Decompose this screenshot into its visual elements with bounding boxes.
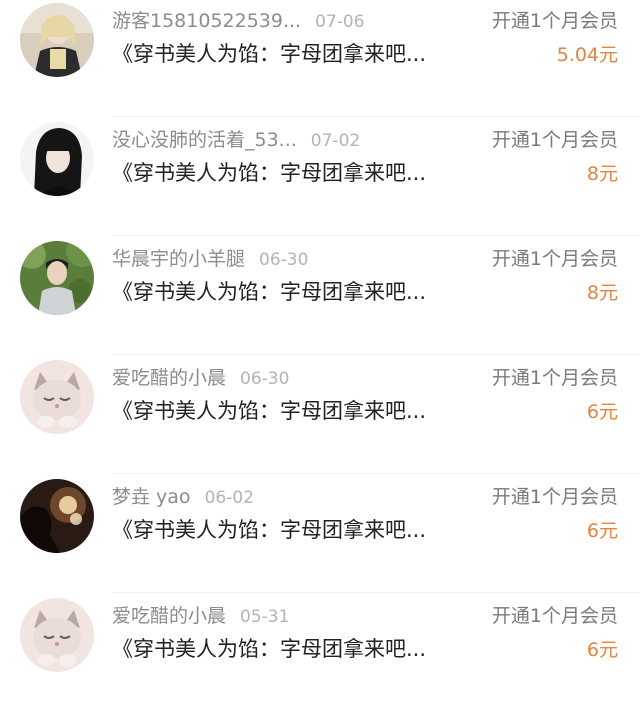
buyer-name: 游客15810522539...	[112, 10, 302, 32]
avatar[interactable]	[20, 479, 94, 553]
purchase-description: 开通1个月会员	[491, 605, 618, 627]
book-title[interactable]: 《穿书美人为馅：字母团拿来吧...	[112, 514, 477, 546]
book-title[interactable]: 《穿书美人为馅：字母团拿来吧...	[112, 38, 477, 70]
avatar[interactable]	[20, 122, 94, 196]
list-item[interactable]: 华晨宇的小羊腿 06-30 《穿书美人为馅：字母团拿来吧... 开通1个月会员 8…	[0, 238, 640, 356]
divider	[112, 473, 640, 474]
purchase-amount: 8元	[586, 163, 618, 185]
purchase-date: 06-30	[240, 369, 290, 389]
purchase-description: 开通1个月会员	[491, 129, 618, 151]
purchase-amount: 6元	[586, 639, 618, 661]
book-title[interactable]: 《穿书美人为馅：字母团拿来吧...	[112, 395, 477, 427]
buyer-name: 梦垚 yao	[112, 486, 191, 508]
purchase-date: 06-02	[204, 488, 254, 508]
sleepy-kitten-avatar	[20, 598, 94, 672]
purchase-date: 06-30	[259, 250, 309, 270]
sleepy-kitten-avatar	[20, 360, 94, 434]
avatar[interactable]	[20, 360, 94, 434]
divider	[112, 592, 640, 593]
divider	[112, 235, 640, 236]
list-item[interactable]: 爱吃醋的小晨 05-31 《穿书美人为馅：字母团拿来吧... 开通1个月会员 6元	[0, 595, 640, 713]
book-title[interactable]: 《穿书美人为馅：字母团拿来吧...	[112, 633, 477, 665]
blonde-woman-avatar	[20, 3, 94, 77]
buyer-meta: 爱吃醋的小晨 05-31	[112, 602, 289, 630]
buyer-meta: 爱吃醋的小晨 06-30	[112, 364, 289, 392]
purchase-amount: 6元	[586, 401, 618, 423]
purchase-amount: 8元	[586, 282, 618, 304]
book-title[interactable]: 《穿书美人为馅：字母团拿来吧...	[112, 276, 477, 308]
purchase-amount: 5.04元	[556, 44, 618, 66]
buyer-name: 华晨宇的小羊腿	[112, 248, 246, 270]
purchase-description: 开通1个月会员	[491, 248, 618, 270]
silhouette-sparkler-avatar	[20, 479, 94, 553]
list-item[interactable]: 梦垚 yao 06-02 《穿书美人为馅：字母团拿来吧... 开通1个月会员 6元	[0, 476, 640, 594]
purchase-date: 05-31	[240, 607, 290, 627]
purchase-description: 开通1个月会员	[491, 10, 618, 32]
list-item[interactable]: 没心没肺的活着_53... 07-02 《穿书美人为馅：字母团拿来吧... 开通1…	[0, 119, 640, 237]
buyer-meta: 梦垚 yao 06-02	[112, 483, 254, 511]
buyer-name: 没心没肺的活着_53...	[112, 129, 297, 151]
divider	[112, 354, 640, 355]
avatar[interactable]	[20, 598, 94, 672]
avatar[interactable]	[20, 241, 94, 315]
purchase-description: 开通1个月会员	[491, 367, 618, 389]
purchase-amount: 6元	[586, 520, 618, 542]
purchase-date: 07-06	[315, 12, 365, 32]
list-item[interactable]: 游客15810522539... 07-06 《穿书美人为馅：字母团拿来吧... …	[0, 0, 640, 118]
buyer-meta: 游客15810522539... 07-06	[112, 7, 365, 35]
person-in-forest-avatar	[20, 241, 94, 315]
book-title[interactable]: 《穿书美人为馅：字母团拿来吧...	[112, 157, 477, 189]
buyer-name: 爱吃醋的小晨	[112, 605, 227, 627]
member-purchase-list: 游客15810522539... 07-06 《穿书美人为馅：字母团拿来吧... …	[0, 0, 640, 695]
purchase-description: 开通1个月会员	[491, 486, 618, 508]
purchase-date: 07-02	[310, 131, 361, 151]
buyer-name: 爱吃醋的小晨	[112, 367, 227, 389]
dark-hair-girl-avatar	[20, 122, 94, 196]
avatar[interactable]	[20, 3, 94, 77]
divider	[112, 116, 640, 117]
buyer-meta: 没心没肺的活着_53... 07-02	[112, 126, 360, 154]
list-item[interactable]: 爱吃醋的小晨 06-30 《穿书美人为馅：字母团拿来吧... 开通1个月会员 6元	[0, 357, 640, 475]
buyer-meta: 华晨宇的小羊腿 06-30	[112, 245, 308, 273]
